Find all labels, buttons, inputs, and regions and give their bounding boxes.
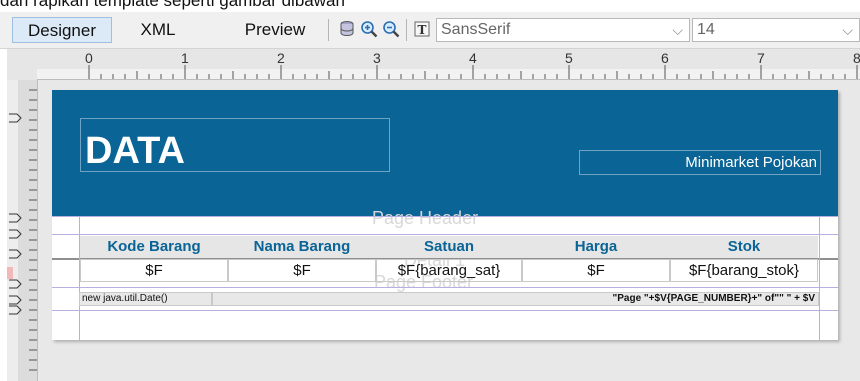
column-header-harga[interactable]: Harga <box>522 236 670 258</box>
footer-date-field[interactable]: new java.util.Date() <box>79 292 212 306</box>
ruler-label: 4 <box>469 50 477 66</box>
toolbar-separator <box>328 19 329 41</box>
store-name-field[interactable]: Minimarket Pojokan <box>579 150 821 175</box>
zoom-in-icon[interactable] <box>360 20 378 38</box>
font-size-select[interactable]: 14 ⌵ <box>692 18 860 42</box>
font-family-select[interactable]: SansSerif ⌵ <box>436 18 690 42</box>
ruler-label: 7 <box>757 50 765 66</box>
ruler-label: 0 <box>85 50 93 66</box>
tab-xml[interactable]: XML <box>124 17 192 43</box>
column-header-satuan[interactable]: Satuan <box>376 236 522 258</box>
column-header-kode-barang[interactable]: Kode Barang <box>80 236 228 258</box>
band-label-page-header: Page Header <box>372 208 479 228</box>
field-harga[interactable]: $F <box>522 259 670 282</box>
font-family-value: SansSerif <box>441 21 511 38</box>
font-style-icon[interactable]: T <box>413 20 431 38</box>
tab-preview[interactable]: Preview <box>230 17 320 43</box>
band-divider[interactable] <box>52 310 838 311</box>
field-stok[interactable]: $F{barang_stok} <box>670 259 818 282</box>
column-header-stok[interactable]: Stok <box>670 236 818 258</box>
ruler-label: 6 <box>661 50 669 66</box>
report-page: DATA Minimarket Pojokan Page Header Deta… <box>52 90 838 340</box>
chevron-down-icon: ⌵ <box>842 22 853 38</box>
ruler-corner <box>7 49 37 80</box>
toolbar-separator <box>406 19 407 41</box>
ruler-label: 3 <box>373 50 381 66</box>
field-nama-barang[interactable]: $F <box>228 259 376 282</box>
band-divider[interactable] <box>52 287 838 288</box>
zoom-out-icon[interactable] <box>382 20 400 38</box>
report-title[interactable]: DATA <box>80 118 390 172</box>
caption-text: dan rapikan template seperti gambar diba… <box>0 0 345 10</box>
database-icon[interactable] <box>338 20 356 38</box>
ruler-label: 1 <box>181 50 189 66</box>
margin-guide <box>819 216 820 340</box>
field-kode-barang[interactable]: $F <box>80 259 228 282</box>
chevron-down-icon: ⌵ <box>672 22 683 38</box>
title-band[interactable]: DATA Minimarket Pojokan <box>52 90 838 216</box>
band-divider[interactable] <box>52 234 838 235</box>
vertical-ruler <box>7 80 38 381</box>
svg-text:T: T <box>418 23 427 37</box>
ruler-label: 5 <box>565 50 573 66</box>
column-header-nama-barang[interactable]: Nama Barang <box>228 236 376 258</box>
footer-page-number-field[interactable]: "Page "+$V{PAGE_NUMBER}+" of"" " + $V <box>212 292 819 306</box>
horizontal-ruler: 0 1 2 3 4 5 6 7 8 <box>37 49 860 80</box>
field-satuan[interactable]: $F{barang_sat} <box>376 259 522 282</box>
band-divider[interactable] <box>52 216 838 217</box>
designer-toolbar: Designer XML Preview T SansSerif ⌵ 14 ⌵ <box>0 12 860 49</box>
ruler-label: 2 <box>277 50 285 66</box>
tab-designer[interactable]: Designer <box>12 17 112 43</box>
ruler-label: 8 <box>853 50 860 66</box>
font-size-value: 14 <box>697 21 715 38</box>
